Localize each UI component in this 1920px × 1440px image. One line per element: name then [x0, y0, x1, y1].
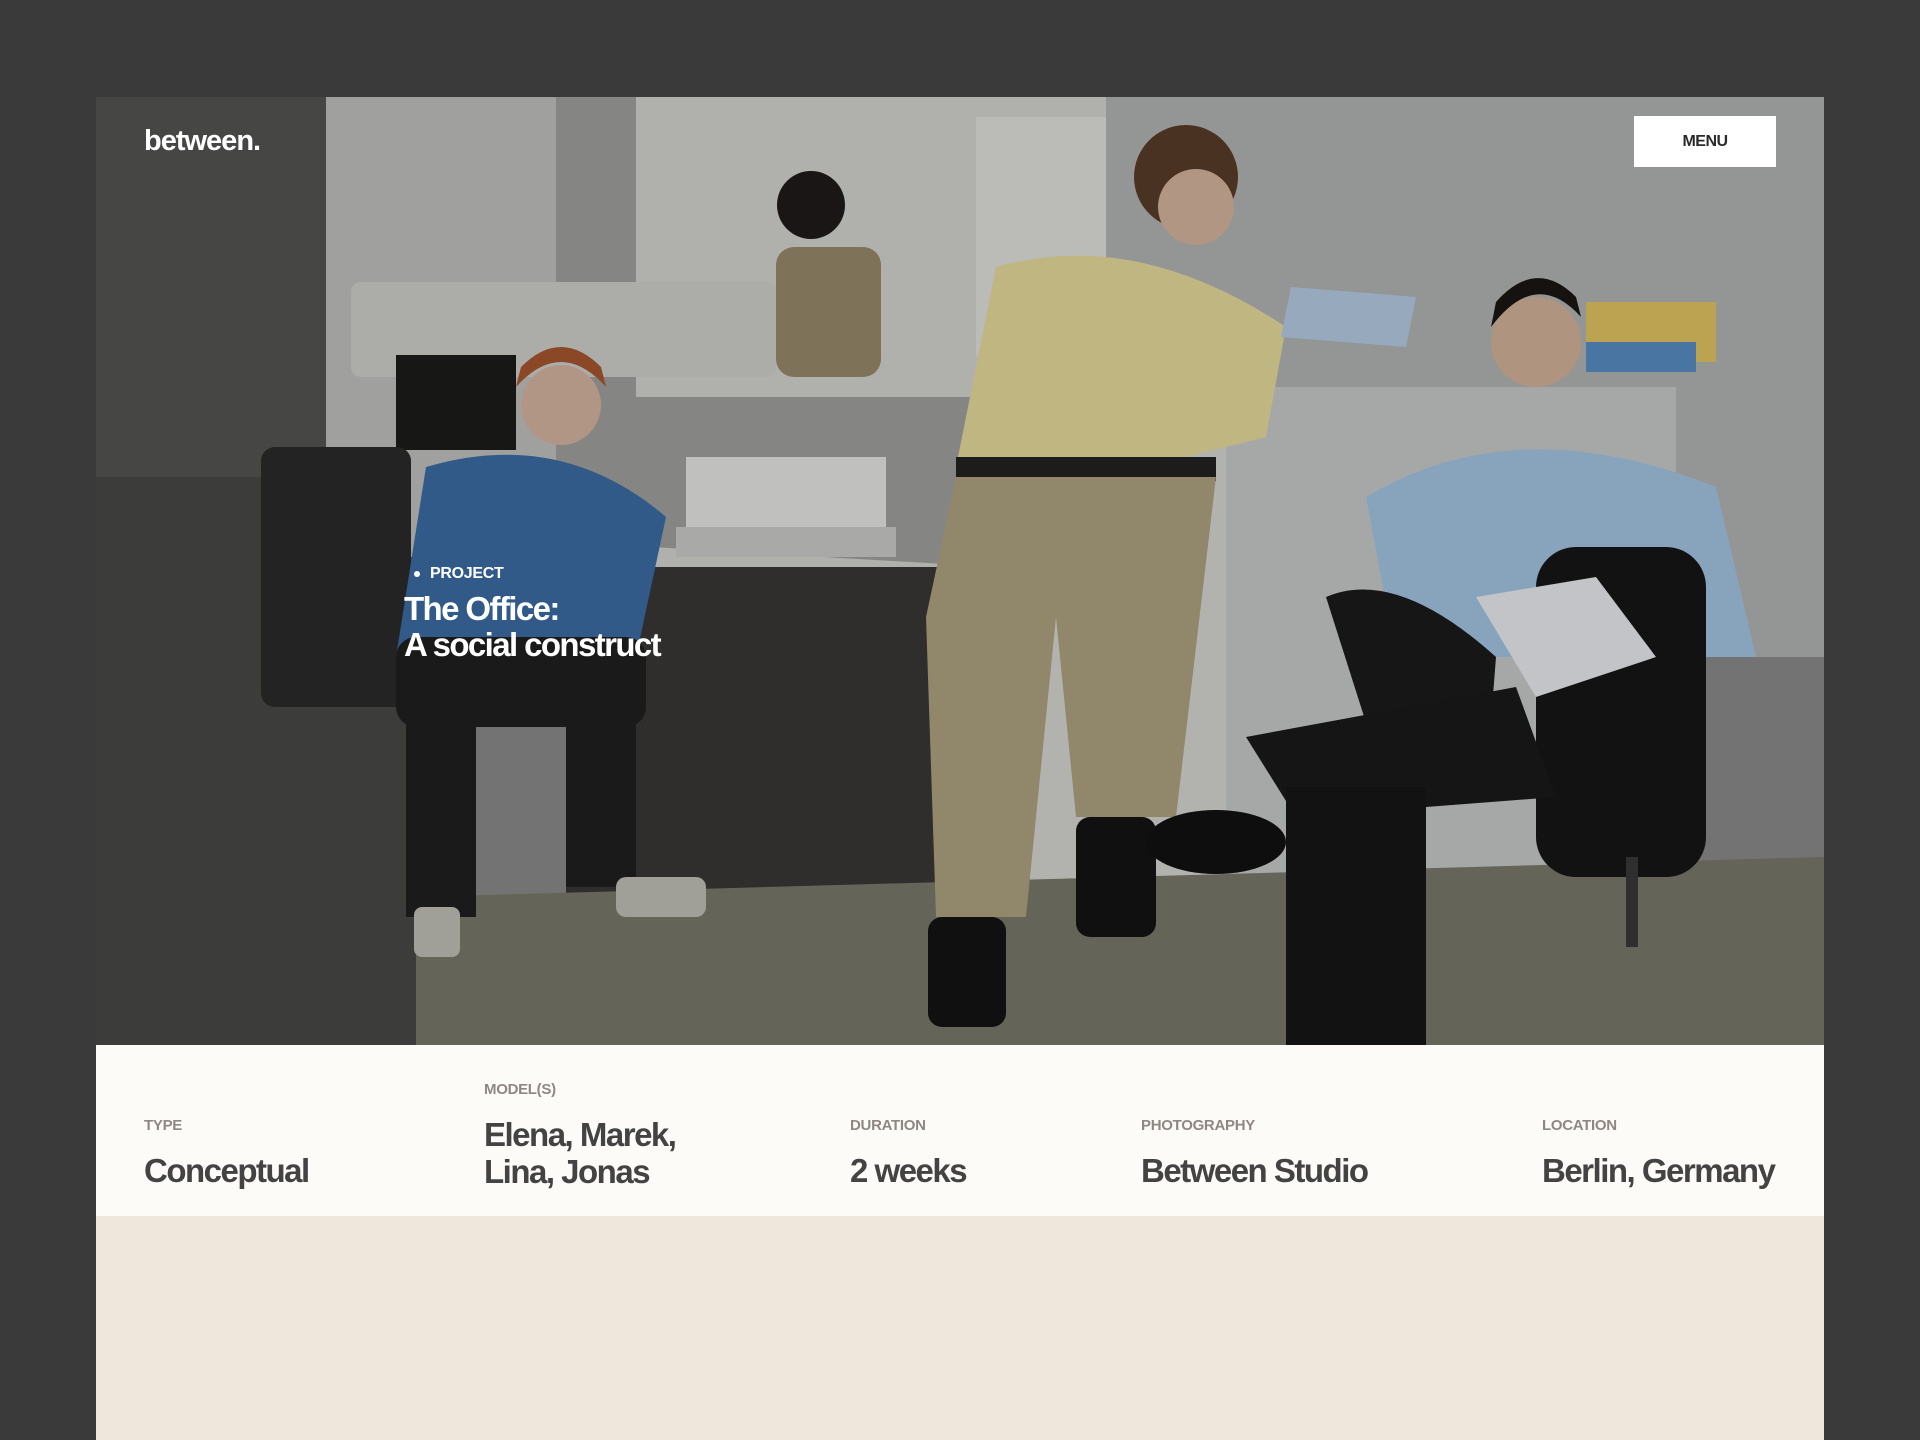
detail-label: PHOTOGRAPHY: [1141, 1117, 1255, 1134]
detail-value-line1: Elena, Marek,: [484, 1116, 677, 1153]
project-tag: PROJECT: [414, 565, 504, 583]
hero-photo: between. MENU PROJECT The Office: A soci…: [96, 97, 1824, 1045]
detail-duration: DURATION 2 weeks: [850, 1117, 968, 1189]
detail-value: Between Studio: [1141, 1152, 1369, 1189]
detail-photography: PHOTOGRAPHY Between Studio: [1141, 1117, 1369, 1189]
detail-value: 2 weeks: [850, 1152, 968, 1189]
menu-button[interactable]: MENU: [1634, 116, 1776, 167]
detail-value: Conceptual: [144, 1152, 310, 1189]
project-title: The Office: A social construct: [404, 591, 824, 663]
brand-logo[interactable]: between.: [144, 125, 261, 158]
office-photo-illustration: [96, 97, 1824, 1045]
detail-label: DURATION: [850, 1117, 926, 1134]
bullet-icon: [414, 571, 420, 577]
detail-label: TYPE: [144, 1117, 182, 1134]
project-details: TYPE Conceptual MODEL(S) Elena, Marek, L…: [96, 1045, 1824, 1216]
detail-label: MODEL(S): [484, 1081, 556, 1098]
detail-models: MODEL(S) Elena, Marek, Lina, Jonas: [484, 1081, 677, 1190]
detail-location: LOCATION Berlin, Germany: [1542, 1117, 1776, 1189]
project-title-line2: A social construct: [404, 626, 662, 663]
page-frame: between. MENU PROJECT The Office: A soci…: [96, 97, 1824, 1440]
project-title-line1: The Office:: [404, 590, 560, 627]
lower-section: [96, 1216, 1824, 1440]
detail-label: LOCATION: [1542, 1117, 1617, 1134]
detail-type: TYPE Conceptual: [144, 1117, 310, 1189]
detail-value: Berlin, Germany: [1542, 1152, 1776, 1189]
project-tag-label: PROJECT: [430, 565, 504, 582]
detail-value-line2: Lina, Jonas: [484, 1153, 651, 1190]
